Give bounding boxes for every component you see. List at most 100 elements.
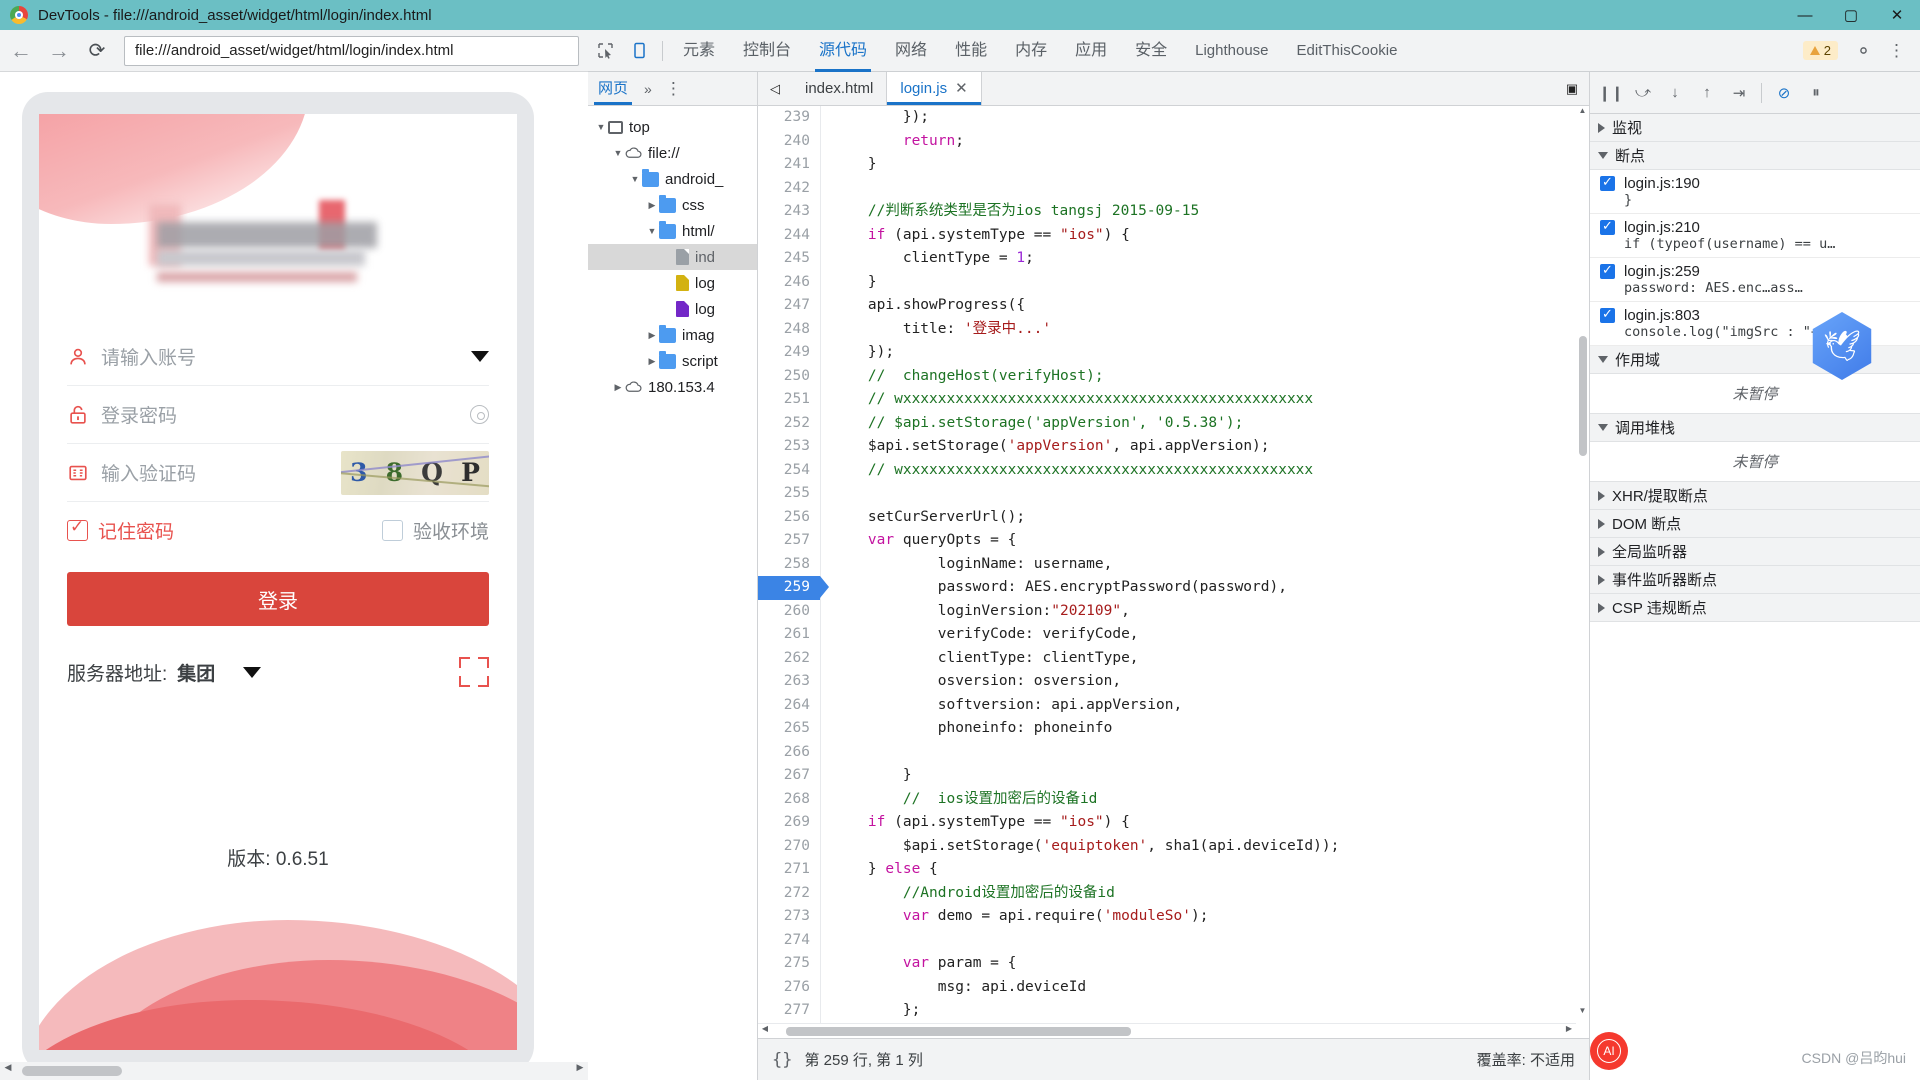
code-line[interactable]: 247 api.showProgress({ (758, 294, 1589, 318)
login-button[interactable]: 登录 (67, 572, 489, 626)
line-number[interactable]: 241 (758, 153, 820, 177)
code-line[interactable]: 240 return; (758, 129, 1589, 154)
line-number[interactable]: 245 (758, 247, 820, 271)
captcha-image[interactable]: 3 8 Q P (341, 450, 489, 495)
device-toolbar-icon[interactable] (622, 36, 656, 66)
chevron-down-icon[interactable]: ▼ (611, 148, 625, 158)
line-number[interactable]: 275 (758, 952, 820, 976)
code-line[interactable]: 242 (758, 176, 1589, 201)
breakpoint-checkbox[interactable] (1600, 306, 1615, 323)
pretty-print-icon[interactable]: {} (772, 1050, 792, 1070)
step-into-button[interactable]: ↓ (1660, 78, 1690, 108)
line-number[interactable]: 239 (758, 106, 820, 130)
line-number[interactable]: 263 (758, 670, 820, 694)
editor-tab-index-html[interactable]: index.html (792, 72, 886, 105)
address-bar[interactable]: file:///android_asset/widget/html/login/… (124, 35, 579, 66)
chevron-down-icon[interactable]: ▼ (594, 122, 608, 132)
server-address-value[interactable]: 集团 (177, 659, 215, 686)
code-line[interactable]: 258 loginName: username, (758, 552, 1589, 577)
code-line[interactable]: 239 }); (758, 106, 1589, 130)
username-field[interactable]: 请输入账号 (67, 328, 489, 386)
tree-item-script[interactable]: ▶ script (588, 348, 757, 374)
code-editor[interactable]: 239 }); 240 return; 241 } 242 243 //判断系统类型是… (758, 106, 1589, 1038)
tree-item-log[interactable]: log (588, 296, 757, 322)
tree-item-html[interactable]: ▼ html/ (588, 218, 757, 244)
tree-item-imag[interactable]: ▶ imag (588, 322, 757, 348)
tree-item-android[interactable]: ▼ android_ (588, 166, 757, 192)
line-number[interactable]: 240 (758, 130, 820, 154)
tab-lighthouse[interactable]: Lighthouse (1181, 30, 1282, 72)
step-out-button[interactable]: ↑ (1692, 78, 1722, 108)
code-line[interactable]: 267 } (758, 764, 1589, 788)
toggle-debugger-panel-icon[interactable]: ▣ (1555, 74, 1589, 104)
code-line[interactable]: 266 (758, 740, 1589, 765)
breakpoint-checkbox[interactable] (1600, 262, 1615, 279)
tree-item-css[interactable]: ▶ css (588, 192, 757, 218)
line-number[interactable]: 271 (758, 858, 820, 882)
inspect-element-icon[interactable] (588, 36, 622, 66)
code-line[interactable]: 254 // wxxxxxxxxxxxxxxxxxxxxxxxxxxxxxxxx… (758, 458, 1589, 483)
uat-environment-checkbox[interactable] (381, 519, 403, 541)
line-number[interactable]: 266 (758, 741, 820, 765)
tab-network[interactable]: 网络 (881, 30, 941, 72)
code-vertical-scrollbar[interactable]: ▲ ▼ (1576, 106, 1589, 1020)
debugger-section-dom[interactable]: DOM 断点 (1590, 510, 1920, 538)
debugger-section-event-listeners[interactable]: 事件监听器断点 (1590, 566, 1920, 594)
code-line[interactable]: 246 } (758, 270, 1589, 294)
close-icon[interactable]: ✕ (955, 72, 968, 105)
pause-button[interactable]: ❙❙ (1596, 78, 1626, 108)
line-number[interactable]: 269 (758, 811, 820, 835)
debugger-section-callstack[interactable]: 调用堆栈 (1590, 414, 1920, 442)
code-line[interactable]: 272 //Android设置加密后的设备id (758, 881, 1589, 905)
gear-icon[interactable] (1846, 36, 1880, 66)
tree-item-ind[interactable]: ind (588, 244, 757, 270)
server-chevron-down-icon[interactable] (243, 666, 262, 678)
editor-back-icon[interactable]: ◁ (758, 74, 792, 104)
code-line[interactable]: 253 $api.setStorage('appVersion', api.ap… (758, 435, 1589, 459)
code-line[interactable]: 259 password: AES.encryptPassword(passwo… (758, 576, 1589, 600)
code-line[interactable]: 248 title: '登录中...' (758, 317, 1589, 342)
line-number[interactable]: 251 (758, 388, 820, 412)
line-number[interactable]: 265 (758, 717, 820, 741)
line-number[interactable]: 244 (758, 224, 820, 248)
chevron-right-icon[interactable]: ▶ (645, 356, 659, 367)
breakpoint-item[interactable]: login.js:190} (1590, 170, 1920, 214)
line-number[interactable]: 268 (758, 788, 820, 812)
preview-horizontal-scrollbar[interactable]: ◀ ▶ (0, 1062, 588, 1080)
step-button[interactable]: ⇥ (1724, 78, 1754, 108)
line-number[interactable]: 258 (758, 553, 820, 577)
tab-application[interactable]: 应用 (1061, 30, 1121, 72)
line-number[interactable]: 254 (758, 459, 820, 483)
tab-security[interactable]: 安全 (1121, 30, 1181, 72)
pause-on-exceptions-button[interactable]: ⏸ (1801, 78, 1831, 108)
code-line[interactable]: 276 msg: api.deviceId (758, 975, 1589, 1000)
tree-item-top[interactable]: ▼ top (588, 114, 757, 140)
scan-icon[interactable] (459, 657, 489, 687)
line-number[interactable]: 276 (758, 976, 820, 1000)
line-number[interactable]: 253 (758, 435, 820, 459)
line-number[interactable]: 248 (758, 318, 820, 342)
code-line[interactable]: 263 osversion: osversion, (758, 670, 1589, 694)
line-number[interactable]: 273 (758, 905, 820, 929)
line-number[interactable]: 255 (758, 482, 820, 506)
navigator-more-tabs-icon[interactable]: » (638, 81, 658, 97)
breakpoint-item[interactable]: login.js:259password: AES.enc…ass… (1590, 258, 1920, 302)
eye-icon[interactable] (470, 405, 489, 424)
code-line[interactable]: 264 softversion: api.appVersion, (758, 693, 1589, 717)
code-line[interactable]: 269 if (api.systemType == "ios") { (758, 811, 1589, 835)
chevron-right-icon[interactable]: ▶ (645, 200, 659, 211)
tab-elements[interactable]: 元素 (669, 30, 729, 72)
code-line[interactable]: 262 clientType: clientType, (758, 646, 1589, 670)
code-line[interactable]: 256 setCurServerUrl(); (758, 505, 1589, 529)
line-number[interactable]: 242 (758, 177, 820, 201)
code-line[interactable]: 275 var param = { (758, 952, 1589, 976)
debugger-section-breakpoints[interactable]: 断点 (1590, 142, 1920, 170)
code-line[interactable]: 274 (758, 928, 1589, 953)
tab-memory[interactable]: 内存 (1001, 30, 1061, 72)
maximize-button[interactable]: ▢ (1828, 0, 1874, 30)
code-line[interactable]: 265 phoneinfo: phoneinfo (758, 717, 1589, 741)
code-line[interactable]: 241 } (758, 153, 1589, 177)
breakpoint-checkbox[interactable] (1600, 218, 1615, 235)
line-number[interactable]: 274 (758, 929, 820, 953)
editor-tab-login-js[interactable]: login.js ✕ (886, 72, 982, 105)
